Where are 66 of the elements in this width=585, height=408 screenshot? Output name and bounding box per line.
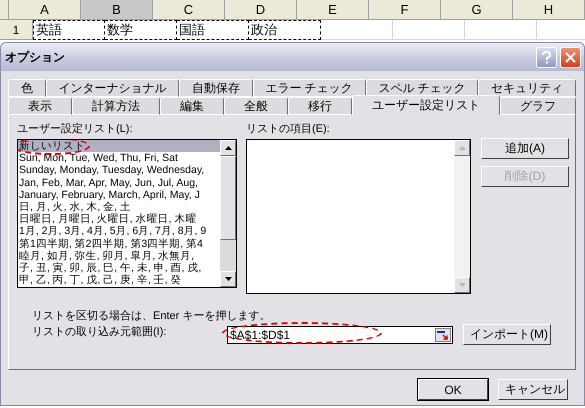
tab[interactable]: インターナショナル bbox=[46, 79, 180, 97]
table-cell: 国語 bbox=[177, 20, 249, 40]
column-header[interactable]: D bbox=[225, 0, 297, 20]
text-area[interactable] bbox=[246, 139, 471, 294]
tab[interactable]: 色 bbox=[8, 79, 46, 97]
list-item[interactable]: 1月, 2月, 3月, 4月, 5月, 6月, 7月, 8月, 9 bbox=[18, 225, 220, 238]
up-arrow-icon bbox=[224, 146, 232, 150]
close-button[interactable] bbox=[560, 46, 581, 68]
annotation-ellipse bbox=[18, 140, 90, 155]
tab[interactable]: 全般 bbox=[224, 97, 288, 115]
list-item[interactable]: January, February, March, April, May, J bbox=[18, 188, 220, 201]
tab[interactable]: 自動保存 bbox=[179, 79, 253, 97]
scroll-down-button[interactable] bbox=[220, 271, 236, 287]
list-item[interactable]: 第1四半期, 第2四半期, 第3四半期, 第4 bbox=[18, 238, 220, 250]
range-field[interactable]: $A$1:$D$1 bbox=[227, 326, 453, 344]
field-label: ユーザー設定リスト(L): bbox=[17, 122, 134, 136]
column-header[interactable]: B bbox=[81, 0, 153, 20]
down-arrow-icon bbox=[224, 277, 232, 281]
tab[interactable]: ユーザー設定リスト bbox=[352, 95, 500, 115]
column-header[interactable]: H bbox=[513, 0, 585, 20]
list-item[interactable]: Jan, Feb, Mar, Apr, May, Jun, Jul, Aug, bbox=[18, 176, 220, 189]
help-button[interactable] bbox=[536, 46, 557, 68]
down-arrow-icon bbox=[458, 283, 466, 287]
range-select-icon[interactable] bbox=[435, 328, 451, 342]
column-header[interactable]: G bbox=[441, 0, 513, 20]
list-item[interactable]: 睦月, 如月, 弥生, 卯月, 皐月, 水無月, bbox=[18, 250, 220, 262]
tab[interactable]: 編集 bbox=[160, 97, 224, 115]
dialog-button[interactable]: キャンセル bbox=[498, 379, 568, 400]
table-cell: 数学 bbox=[105, 20, 177, 40]
list-item[interactable]: 日, 月, 火, 水, 木, 金, 土 bbox=[18, 200, 220, 214]
column-header[interactable]: C bbox=[153, 0, 225, 20]
field-label: リストの取り込み元範囲(I): bbox=[31, 325, 168, 339]
column-header[interactable]: F bbox=[369, 0, 441, 20]
list-action-button[interactable]: 追加(A) bbox=[481, 138, 569, 159]
table-cell: 政治 bbox=[249, 20, 321, 40]
list-item[interactable]: 日曜日, 月曜日, 火曜日, 水曜日, 木曜 bbox=[18, 213, 220, 226]
tab[interactable]: 計算方法 bbox=[72, 97, 160, 115]
help-icon bbox=[542, 50, 551, 64]
tab[interactable]: 移行 bbox=[288, 97, 352, 115]
row-header[interactable]: 1 bbox=[0, 20, 33, 40]
table-cell bbox=[465, 20, 537, 40]
window-title: オプション bbox=[5, 48, 65, 66]
list-box[interactable] bbox=[17, 139, 237, 288]
tab[interactable]: 表示 bbox=[8, 97, 72, 115]
table-cell: 英語 bbox=[33, 20, 105, 40]
field-label: リストの項目(E): bbox=[246, 122, 331, 136]
import-button[interactable]: インポート(M) bbox=[463, 324, 551, 345]
tab[interactable]: グラフ bbox=[500, 97, 576, 115]
scroll-up-button[interactable] bbox=[220, 140, 236, 156]
table-cell bbox=[321, 20, 393, 40]
list-item[interactable]: 甲, 乙, 丙, 丁, 戊, 己, 庚, 辛, 壬, 癸 bbox=[18, 274, 220, 286]
dialog-button[interactable]: OK bbox=[418, 379, 488, 400]
list-item[interactable]: 新しいリスト bbox=[18, 140, 220, 152]
list-item[interactable]: 子, 丑, 寅, 卯, 辰, 巳, 午, 未, 申, 酉, 戌, bbox=[18, 262, 220, 274]
list-item[interactable]: Sunday, Monday, Tuesday, Wednesday, bbox=[18, 164, 220, 177]
tab[interactable]: エラー チェック bbox=[252, 79, 366, 97]
list-item[interactable]: Sun, Mon, Tue, Wed, Thu, Fri, Sat bbox=[18, 152, 220, 164]
close-icon bbox=[565, 52, 576, 62]
table-cell bbox=[393, 20, 465, 40]
scrollbar[interactable] bbox=[220, 140, 236, 287]
hint-text: リストを区切る場合は、Enter キーを押します。 bbox=[32, 309, 272, 323]
column-header[interactable]: A bbox=[9, 0, 81, 20]
column-header[interactable]: E bbox=[297, 0, 369, 20]
scroll-thumb[interactable] bbox=[220, 156, 236, 240]
up-arrow-icon bbox=[458, 146, 466, 150]
tab[interactable]: セキュリティ bbox=[478, 79, 576, 97]
